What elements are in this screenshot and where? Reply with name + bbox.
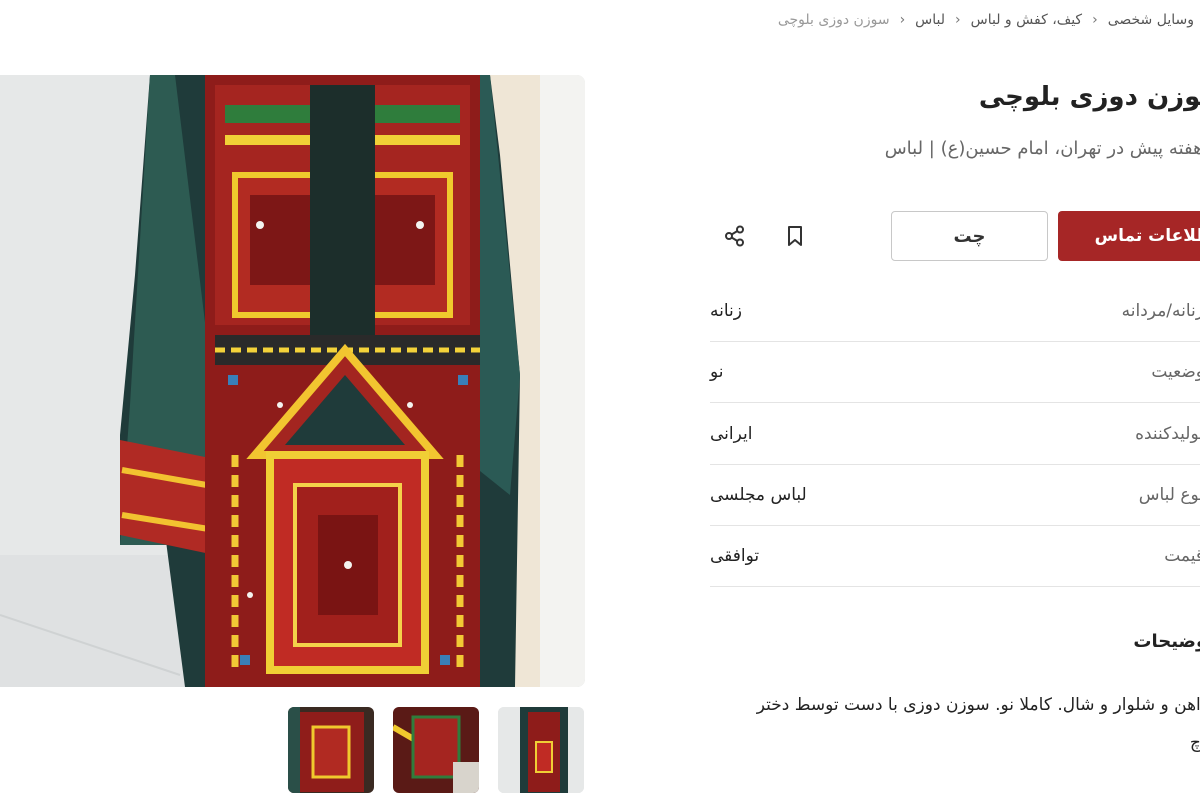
attribute-row-clothing-type: لباس مجلسی نوع لباس: [710, 465, 1200, 526]
attribute-label: تولیدکننده: [1135, 424, 1200, 444]
attribute-row-price: توافقی قیمت: [710, 526, 1200, 587]
breadcrumb-item-personal[interactable]: وسایل شخصی: [1102, 12, 1200, 28]
attribute-value: توافقی: [710, 546, 760, 566]
breadcrumb-item-bags-shoes[interactable]: کیف، کفش و لباس: [965, 12, 1088, 28]
thumbnail[interactable]: [498, 707, 584, 793]
attribute-label: زنانه/مردانه: [1121, 301, 1200, 321]
attribute-value: ایرانی: [710, 424, 753, 444]
share-icon[interactable]: [720, 221, 750, 251]
attribute-value: نو: [710, 362, 724, 382]
chat-button[interactable]: چت: [891, 211, 1048, 261]
breadcrumb-item-clothes[interactable]: لباس: [909, 12, 951, 28]
description-heading: توضیحات: [1133, 631, 1200, 652]
thumbnail[interactable]: [393, 707, 479, 793]
breadcrumb: وسایل شخصی › کیف، کفش و لباس › لباس › سو…: [700, 8, 1200, 32]
thumbnail-image: [498, 707, 584, 793]
thumbnail[interactable]: [288, 707, 374, 793]
breadcrumb-item-current: سوزن دوزی بلوچی: [777, 12, 890, 28]
attribute-label: قیمت: [1164, 546, 1200, 566]
listing-subtitle: ۲ هفته پیش در تهران، امام حسین(ع) | لباس: [884, 138, 1200, 159]
thumbnail-image: [393, 707, 479, 793]
description-text: پیراهن و شلوار و شال. کاملا نو. سوزن دوز…: [756, 695, 1200, 753]
attribute-value: زنانه: [710, 301, 742, 321]
listing-title: سوزن دوزی بلوچی: [978, 82, 1200, 112]
bookmark-icon[interactable]: [780, 221, 810, 251]
chevron-left-icon: ›: [955, 12, 961, 28]
dress-photo: [0, 75, 585, 687]
main-photo[interactable]: [0, 75, 585, 687]
attribute-row-gender: زنانه زنانه/مردانه: [710, 281, 1200, 342]
attribute-row-condition: نو وضعیت: [710, 342, 1200, 403]
attribute-row-manufacturer: ایرانی تولیدکننده: [710, 404, 1200, 465]
chevron-left-icon: ›: [899, 12, 906, 28]
thumbnail-image: [288, 707, 374, 793]
chevron-left-icon: ›: [1092, 12, 1098, 28]
attribute-label: نوع لباس: [1138, 485, 1200, 505]
attribute-label: وضعیت: [1151, 362, 1200, 382]
attribute-value: لباس مجلسی: [710, 485, 807, 505]
contact-info-button[interactable]: اطلاعات تماس: [1058, 211, 1200, 261]
